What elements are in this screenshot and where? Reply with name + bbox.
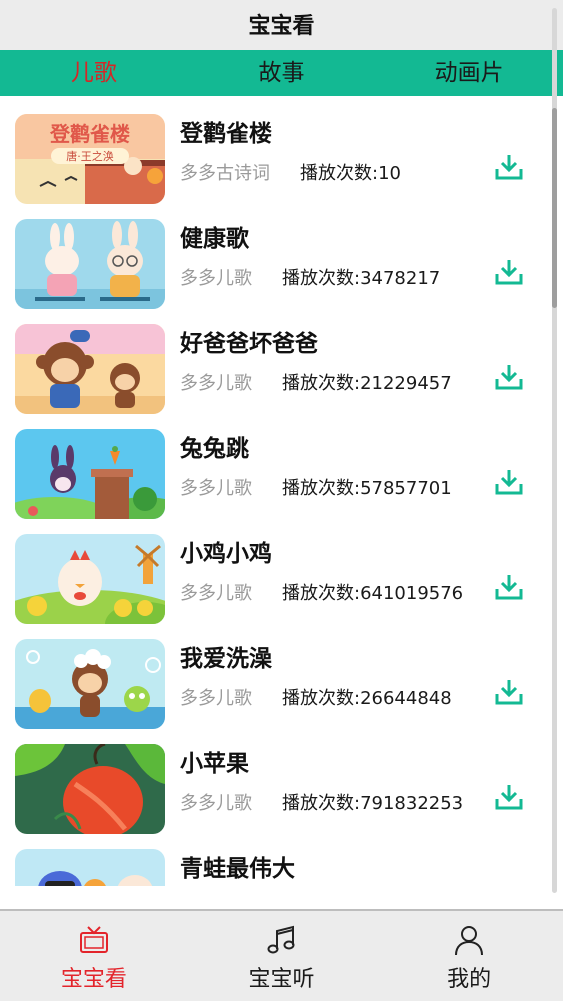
play-count: 播放次数:641019576 (282, 583, 464, 604)
play-count: 播放次数:26644848 (282, 688, 452, 709)
song-thumbnail[interactable] (15, 534, 165, 624)
download-icon[interactable] (494, 467, 524, 497)
nav-label: 宝宝看 (60, 967, 127, 992)
play-count: 播放次数:10 (300, 163, 401, 184)
poem-author-art: 唐·王之涣 (66, 149, 114, 163)
download-icon[interactable] (494, 152, 524, 182)
song-thumbnail[interactable] (15, 429, 165, 519)
song-thumbnail[interactable] (15, 744, 165, 834)
song-thumbnail[interactable] (15, 639, 165, 729)
bottom-nav: 宝宝看 宝宝听 我的 (0, 911, 563, 1001)
poem-title-art: 登鹳雀楼 (49, 122, 130, 146)
song-category: 多多儿歌 (180, 688, 252, 709)
song-title: 兔兔跳 (180, 436, 249, 462)
song-category: 多多儿歌 (180, 373, 252, 394)
list-item[interactable]: 健康歌 多多儿歌 播放次数:3478217 (0, 201, 563, 309)
download-icon[interactable] (494, 257, 524, 287)
song-title: 我爱洗澡 (180, 646, 272, 672)
list-item[interactable]: 好爸爸坏爸爸 多多儿歌 播放次数:21229457 (0, 306, 563, 414)
tab-cartoons[interactable]: 动画片 (375, 50, 563, 96)
play-count: 播放次数:3478217 (282, 268, 441, 289)
list-item[interactable]: 我爱洗澡 多多儿歌 播放次数:26644848 (0, 621, 563, 729)
download-icon[interactable] (494, 572, 524, 602)
download-icon[interactable] (494, 677, 524, 707)
song-title: 登鹳雀楼 (180, 121, 272, 147)
song-category: 多多儿歌 (180, 478, 252, 499)
song-category: 多多古诗词 (180, 163, 270, 184)
play-count: 播放次数:21229457 (282, 373, 452, 394)
category-tabs: 儿歌 故事 动画片 (0, 50, 563, 96)
user-icon (455, 926, 484, 956)
song-title: 青蛙最伟大 (180, 856, 295, 882)
list-item[interactable]: 登鹳雀楼 唐·王之涣 登鹳雀楼 多多古诗词 播放次数:10 (0, 96, 563, 204)
song-category: 多多儿歌 (180, 583, 252, 604)
play-count: 播放次数:791832253 (282, 793, 464, 814)
scrollbar-thumb[interactable] (552, 108, 557, 308)
song-title: 小苹果 (180, 751, 249, 777)
download-icon[interactable] (494, 362, 524, 392)
download-icon[interactable] (494, 782, 524, 812)
list-item[interactable]: 兔兔跳 多多儿歌 播放次数:57857701 (0, 411, 563, 519)
nav-baby-listen[interactable]: 宝宝听 (188, 911, 376, 1001)
play-count: 播放次数:57857701 (282, 478, 452, 499)
page-title: 宝宝看 (248, 14, 315, 39)
song-title: 小鸡小鸡 (180, 541, 272, 567)
nav-mine[interactable]: 我的 (375, 911, 563, 1001)
nav-label: 我的 (447, 967, 492, 992)
nav-label: 宝宝听 (248, 967, 315, 992)
song-thumbnail[interactable] (15, 849, 165, 886)
list-item[interactable]: 小苹果 多多儿歌 播放次数:791832253 (0, 726, 563, 834)
music-note-icon (267, 925, 294, 954)
song-category: 多多儿歌 (180, 268, 252, 289)
song-list: 登鹳雀楼 唐·王之涣 登鹳雀楼 多多古诗词 播放次数:10 健康歌 多多儿歌 播… (0, 96, 563, 886)
song-thumbnail[interactable] (15, 219, 165, 309)
tab-songs[interactable]: 儿歌 (0, 50, 188, 96)
song-category: 多多儿歌 (180, 793, 252, 814)
tab-stories[interactable]: 故事 (188, 50, 376, 96)
tv-icon (79, 926, 108, 953)
nav-baby-watch[interactable]: 宝宝看 (0, 911, 188, 1001)
song-thumbnail[interactable]: 登鹳雀楼 唐·王之涣 (15, 114, 165, 204)
header-bar: 宝宝看 (0, 0, 563, 50)
list-item[interactable]: 青蛙最伟大 (0, 831, 563, 886)
song-thumbnail[interactable] (15, 324, 165, 414)
list-item[interactable]: 小鸡小鸡 多多儿歌 播放次数:641019576 (0, 516, 563, 624)
song-title: 健康歌 (180, 226, 249, 252)
song-title: 好爸爸坏爸爸 (180, 331, 318, 357)
